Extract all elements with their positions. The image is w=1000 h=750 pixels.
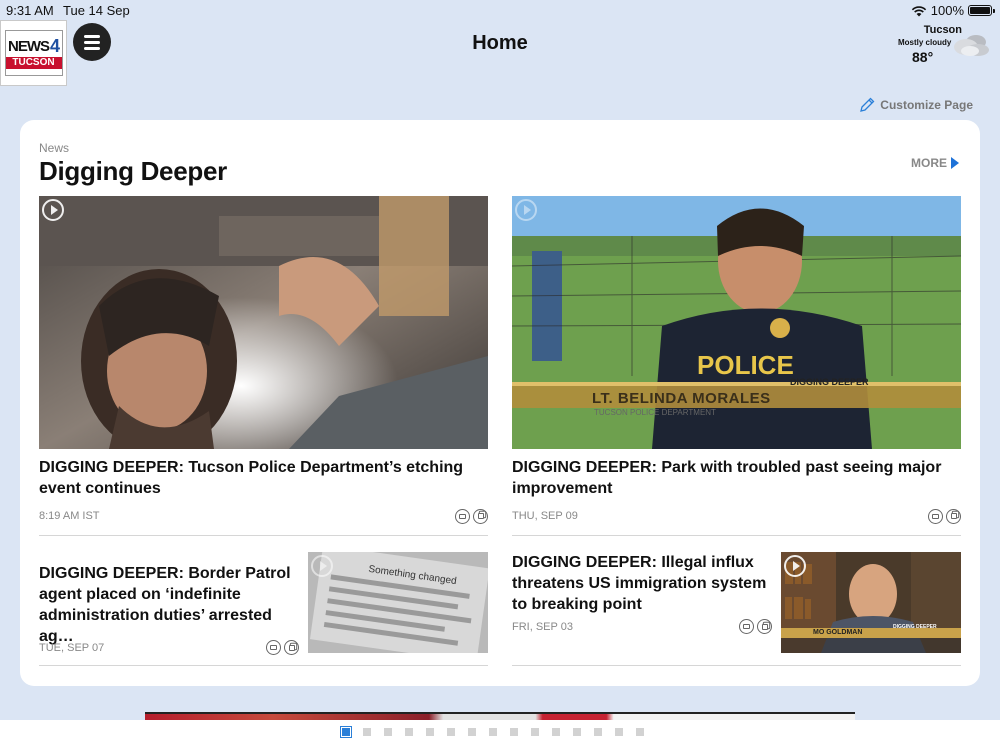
lower-third-tag: DIGGING DEEPER [790, 377, 869, 387]
police-officer-image: POLICE [512, 196, 961, 449]
section-label: News [39, 141, 70, 155]
status-date: Tue 14 Sep [63, 3, 130, 18]
story-headline[interactable]: DIGGING DEEPER: Border Patrol agent plac… [39, 563, 299, 647]
lower-third-tag: DIGGING DEEPER [893, 624, 937, 630]
battery-percent: 100% [930, 3, 964, 18]
page-title: Home [472, 32, 528, 54]
cloudy-icon [954, 35, 989, 56]
page-dots [339, 725, 644, 739]
lower-third-org: TUCSON POLICE DEPARTMENT [594, 408, 716, 417]
story-headline[interactable]: DIGGING DEEPER: Park with troubled past … [512, 457, 961, 499]
nav-bar: NEWS 4 TUCSON Home Tucson Mostly cloudy 8… [0, 20, 1000, 86]
page-dot[interactable] [552, 728, 560, 736]
video-icon [266, 640, 281, 655]
ad-banner[interactable] [145, 712, 855, 720]
status-right: 100% [911, 3, 995, 18]
page-dot[interactable] [405, 728, 413, 736]
gallery-icon [473, 508, 488, 524]
gallery-icon [946, 508, 961, 524]
customize-page-button[interactable]: Customize Page [859, 97, 973, 113]
story-card[interactable]: DIGGING DEEPER: Illegal influx threatens… [512, 552, 961, 666]
page-dot[interactable] [531, 728, 539, 736]
page-dot[interactable] [468, 728, 476, 736]
story-timestamp: THU, SEP 09 [512, 510, 578, 522]
logo-city: TUCSON [5, 57, 62, 69]
story-timestamp: FRI, SEP 03 [512, 620, 573, 633]
page-dot[interactable] [426, 728, 434, 736]
play-icon [42, 199, 64, 221]
more-label: MORE [911, 156, 947, 170]
story-headline[interactable]: DIGGING DEEPER: Illegal influx threatens… [512, 552, 772, 615]
gallery-icon [757, 619, 772, 634]
page-dot[interactable] [510, 728, 518, 736]
divider [512, 535, 961, 536]
play-icon [311, 555, 333, 577]
svg-text:POLICE: POLICE [697, 350, 794, 380]
wifi-icon [911, 5, 926, 16]
page-dot[interactable] [447, 728, 455, 736]
section-card: News Digging Deeper MORE DIGGING DEEPER:… [20, 120, 980, 686]
status-time: 9:31 AM [6, 3, 54, 18]
weather-widget[interactable]: Tucson Mostly cloudy 88° [898, 23, 990, 65]
page-dot[interactable] [636, 728, 644, 736]
divider [39, 665, 488, 666]
divider [39, 535, 488, 536]
play-icon [515, 199, 537, 221]
section-title: Digging Deeper [39, 156, 227, 186]
video-icon [455, 508, 470, 524]
mechanic-image [39, 196, 488, 449]
gallery-icon [284, 640, 299, 655]
battery-icon [968, 5, 995, 16]
story-thumbnail[interactable]: POLICE DIGGING DEEPER LT. BELINDA MORALE… [512, 196, 961, 449]
video-icon [739, 619, 754, 634]
story-thumbnail[interactable]: MO GOLDMAN DIGGING DEEPER [781, 552, 961, 653]
weather-temperature: 88° [912, 49, 934, 65]
divider [512, 665, 961, 666]
customize-label: Customize Page [880, 98, 973, 112]
page-dot[interactable] [384, 728, 392, 736]
page-dot[interactable] [615, 728, 623, 736]
page-dot[interactable] [363, 728, 371, 736]
play-icon [784, 555, 806, 577]
page-dot[interactable] [573, 728, 581, 736]
page-dot[interactable] [489, 728, 497, 736]
page-indicator [0, 720, 1000, 750]
story-card[interactable]: DIGGING DEEPER: Tucson Police Department… [39, 196, 488, 536]
story-card[interactable]: POLICE DIGGING DEEPER LT. BELINDA MORALE… [512, 196, 961, 536]
story-card[interactable]: DIGGING DEEPER: Border Patrol agent plac… [39, 552, 488, 666]
lower-third-name: LT. BELINDA MORALES [592, 390, 771, 407]
more-link[interactable]: MORE [911, 156, 959, 170]
story-timestamp: TUE, SEP 07 [39, 641, 105, 654]
arrow-right-icon [951, 157, 959, 169]
page-dot[interactable] [594, 728, 602, 736]
story-timestamp: 8:19 AM IST [39, 510, 100, 522]
page-dot[interactable] [339, 725, 353, 739]
story-thumbnail[interactable]: Something changed [308, 552, 488, 653]
story-headline[interactable]: DIGGING DEEPER: Tucson Police Department… [39, 457, 488, 499]
status-bar: 9:31 AM Tue 14 Sep 100% [0, 0, 1000, 20]
lower-third-name: MO GOLDMAN [813, 629, 863, 636]
video-icon [928, 508, 943, 524]
weather-condition: Mostly cloudy [898, 38, 952, 47]
interview-image [781, 552, 961, 653]
story-thumbnail[interactable] [39, 196, 488, 449]
pencil-icon [860, 97, 875, 112]
